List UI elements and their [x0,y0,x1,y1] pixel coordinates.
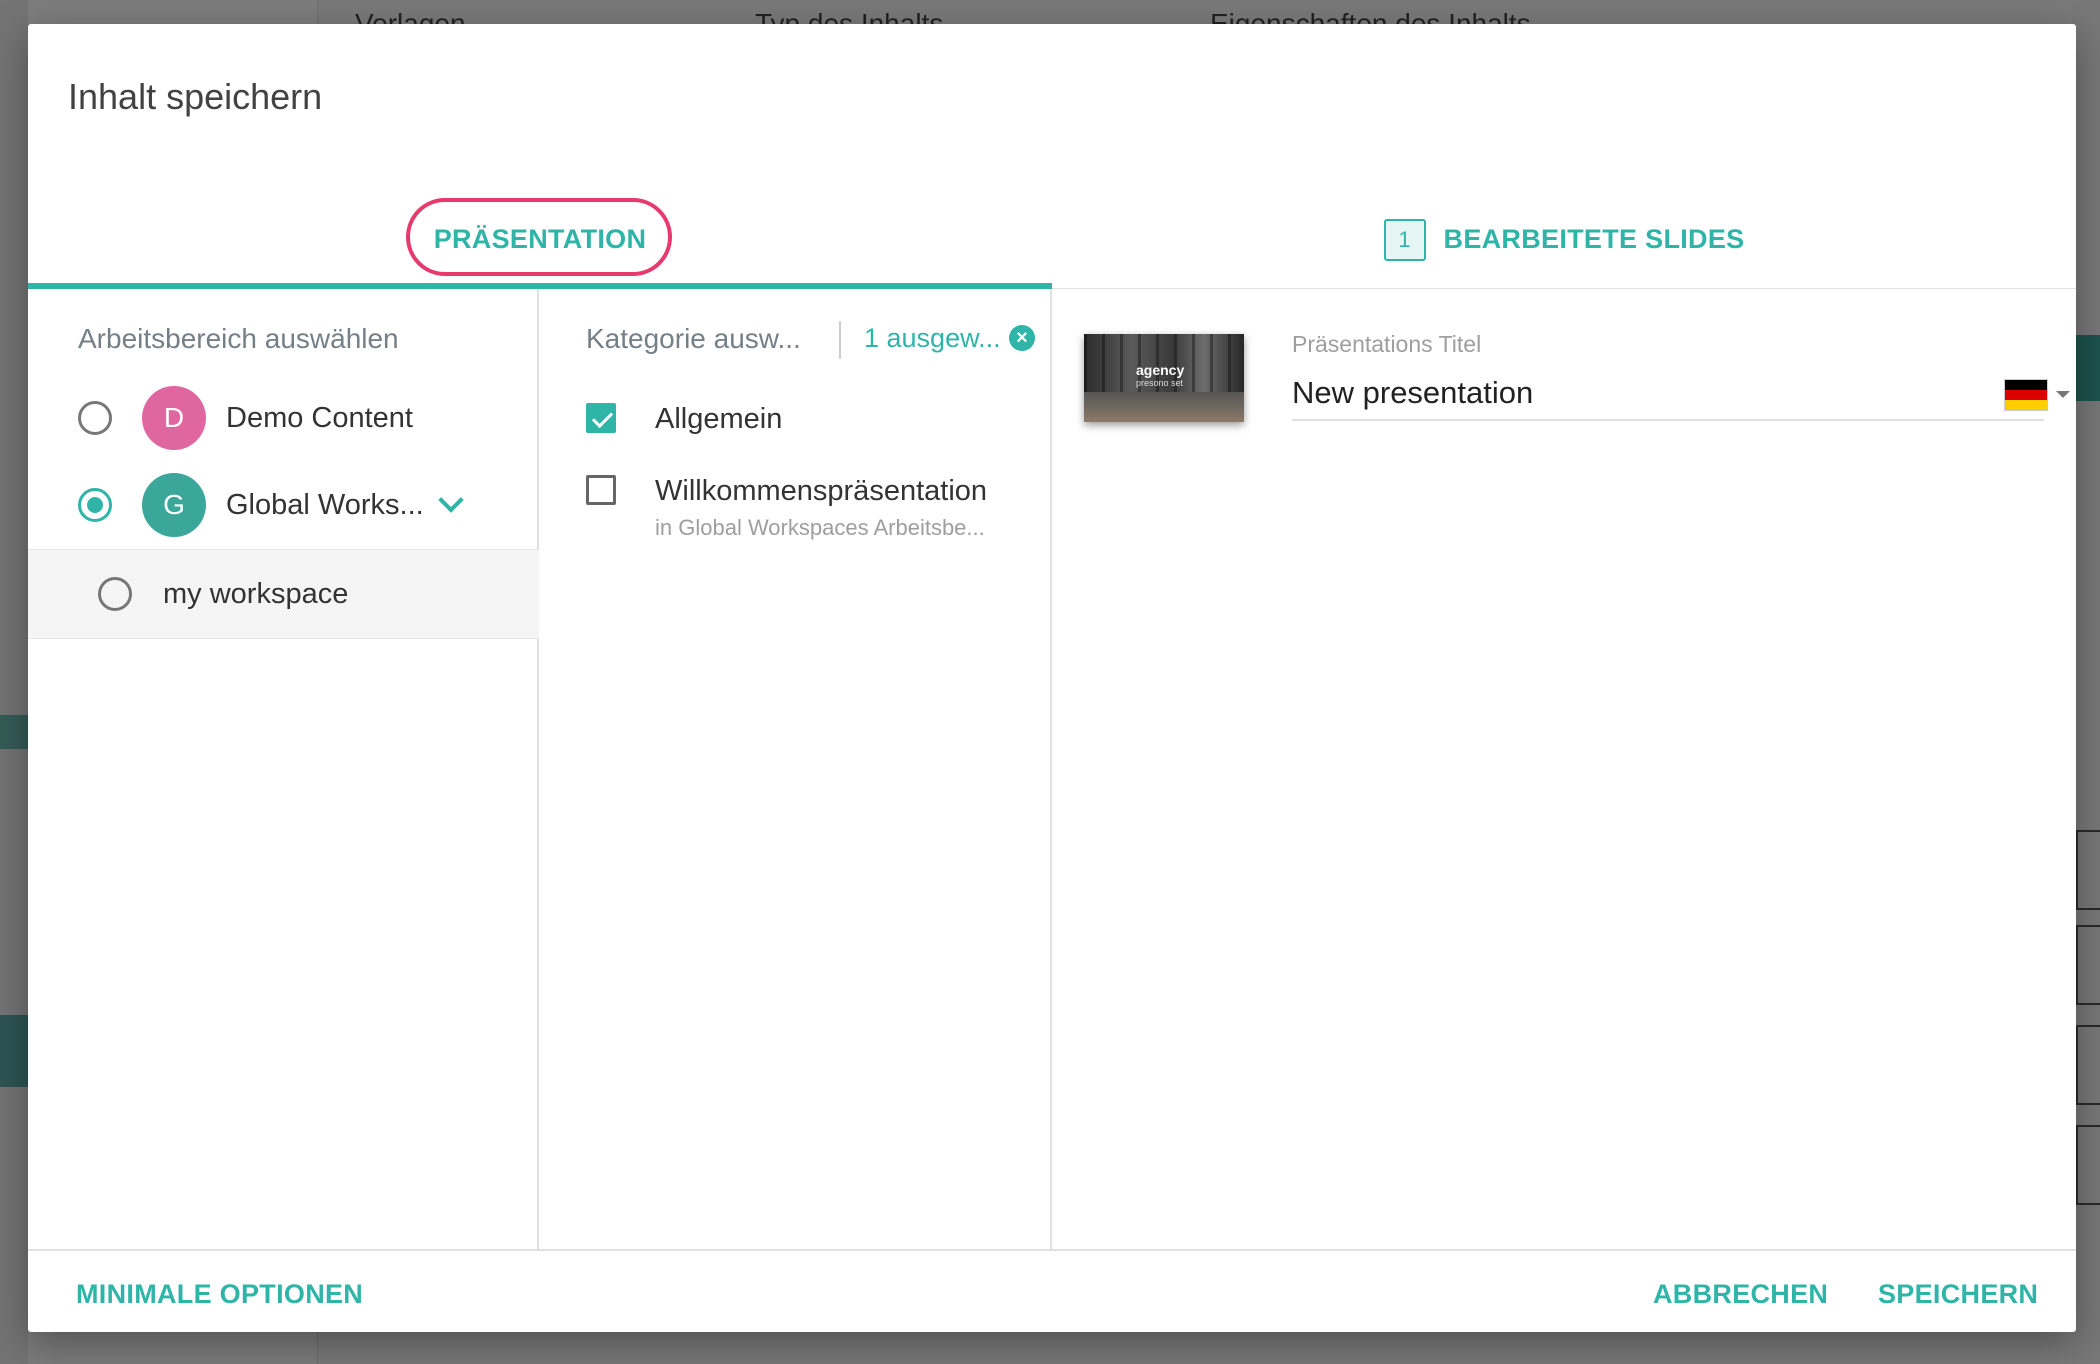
workspace-name-my-workspace: my workspace [163,577,349,610]
title-field-label: Präsentations Titel [1292,331,1482,357]
thumbnail-title: agency [1136,362,1185,378]
workspace-radio-global-workspaces[interactable] [78,488,112,522]
presentation-title-input[interactable] [1292,375,1912,411]
category-heading: Kategorie ausw... [586,323,801,354]
category-checkbox-willkommen[interactable] [586,475,616,505]
dialog-title: Inhalt speichern [68,76,323,117]
dialog-tabs: PRÄSENTATION 1 BEARBEITETE SLIDES [28,190,2076,289]
category-header-divider [839,321,841,359]
category-label-allgemein[interactable]: Allgemein [655,403,782,436]
category-selected-count[interactable]: 1 ausgew... [864,323,1001,354]
workspace-avatar-global-workspaces: G [142,473,206,537]
workspace-heading: Arbeitsbereich auswählen [78,323,399,354]
category-checkbox-allgemein[interactable] [586,403,616,433]
thumbnail-floor [1084,392,1244,422]
thumbnail-subtitle: presono set [1136,378,1184,388]
chevron-down-icon[interactable] [438,487,464,513]
workspace-name-global-workspaces: Global Works... [226,488,424,521]
workspace-radio-my-workspace[interactable] [98,577,132,611]
minimal-options-button[interactable]: MINIMALE OPTIONEN [76,1279,363,1310]
workspace-avatar-demo-content: D [142,386,206,450]
workspace-item-global-workspaces[interactable]: G Global Works... [28,461,539,549]
title-field-underline [1292,419,2044,421]
workspace-name-demo-content: Demo Content [226,401,413,434]
tab-presentation[interactable]: PRÄSENTATION [28,190,1052,289]
clear-selection-icon[interactable]: × [1009,325,1035,351]
tab-edited-slides-label: BEARBEITETE SLIDES [1443,224,1745,254]
workspace-column: Arbeitsbereich auswählen D Demo Content … [28,289,539,1249]
edited-slides-count-badge: 1 [1383,218,1426,261]
category-label-willkommen[interactable]: Willkommenspräsentation [655,475,987,508]
save-button[interactable]: SPEICHERN [1878,1279,2038,1310]
category-sublabel-willkommen: in Global Workspaces Arbeitsbe... [655,515,985,540]
de-flag-icon[interactable] [2004,379,2048,411]
workspace-item-demo-content[interactable]: D Demo Content [28,374,539,462]
category-column: Kategorie ausw... 1 ausgew... × Allgemei… [539,289,1052,1249]
language-dropdown-caret-icon[interactable] [2056,391,2070,398]
presentation-info-column: agency presono set Präsentations Titel [1052,289,2076,1249]
workspace-radio-demo-content[interactable] [78,401,112,435]
dialog-footer: MINIMALE OPTIONEN ABBRECHEN SPEICHERN [28,1249,2076,1332]
cancel-button[interactable]: ABBRECHEN [1653,1279,1828,1310]
presentation-thumbnail: agency presono set [1084,334,1244,422]
highlight-circle [406,198,672,276]
workspace-subitem-my-workspace[interactable]: my workspace [28,549,539,639]
tab-edited-slides[interactable]: 1 BEARBEITETE SLIDES [1052,190,2076,289]
save-content-dialog: Inhalt speichern PRÄSENTATION 1 BEARBEIT… [28,24,2076,1332]
